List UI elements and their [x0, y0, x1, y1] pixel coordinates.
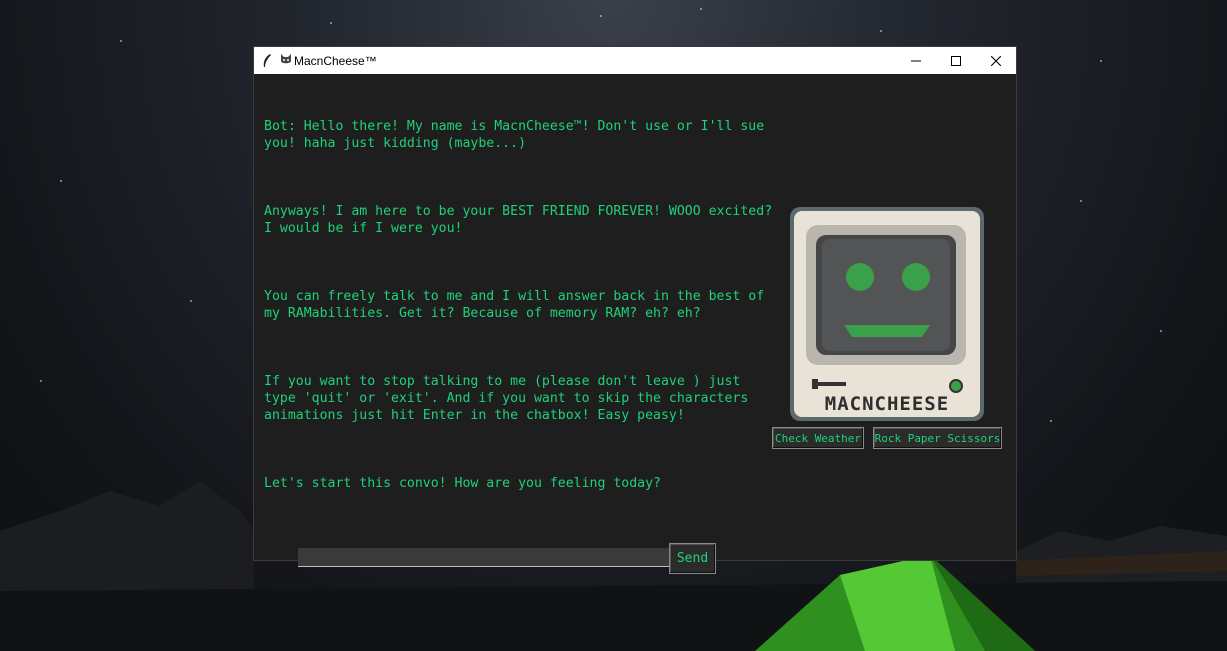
window-title-text: MacnCheese™	[294, 53, 377, 68]
chat-log: Bot: Hello there! My name is MacnCheese™…	[264, 84, 774, 543]
maximize-button[interactable]	[936, 47, 976, 74]
chat-message: If you want to stop talking to me (pleas…	[264, 374, 757, 423]
avatar-label: MACNCHEESE	[825, 393, 949, 415]
avatar-right-eye	[902, 263, 930, 291]
rock-paper-scissors-button[interactable]: Rock Paper Scissors	[873, 427, 1002, 449]
chat-message: Anyways! I am here to be your BEST FRIEN…	[264, 204, 781, 236]
maximize-icon	[951, 55, 961, 66]
app-content: Bot: Hello there! My name is MacnCheese™…	[254, 74, 1016, 574]
cat-face-icon	[280, 53, 292, 68]
avatar-left-eye	[846, 263, 874, 291]
avatar-smile	[844, 325, 930, 337]
chat-message: You can freely talk to me and I will ans…	[264, 289, 773, 321]
chat-input[interactable]	[298, 548, 672, 567]
window-title: MacnCheese™	[280, 53, 896, 68]
close-button[interactable]	[976, 47, 1016, 74]
macncheese-avatar: MACNCHEESE	[790, 207, 984, 421]
chat-message: Bot: Hello there! My name is MacnCheese™…	[264, 119, 773, 151]
chat-message: Let's start this convo! How are you feel…	[264, 476, 661, 491]
check-weather-button[interactable]: Check Weather	[772, 427, 864, 449]
minimize-icon	[911, 60, 921, 61]
minimize-button[interactable]	[896, 47, 936, 74]
feather-icon	[254, 47, 280, 74]
avatar-power-led	[949, 379, 963, 393]
send-button[interactable]: Send	[669, 543, 716, 574]
title-bar[interactable]: MacnCheese™	[254, 47, 1016, 74]
app-window: MacnCheese™ Bot: Hello there! My name is…	[254, 47, 1016, 574]
close-icon	[991, 55, 1001, 66]
